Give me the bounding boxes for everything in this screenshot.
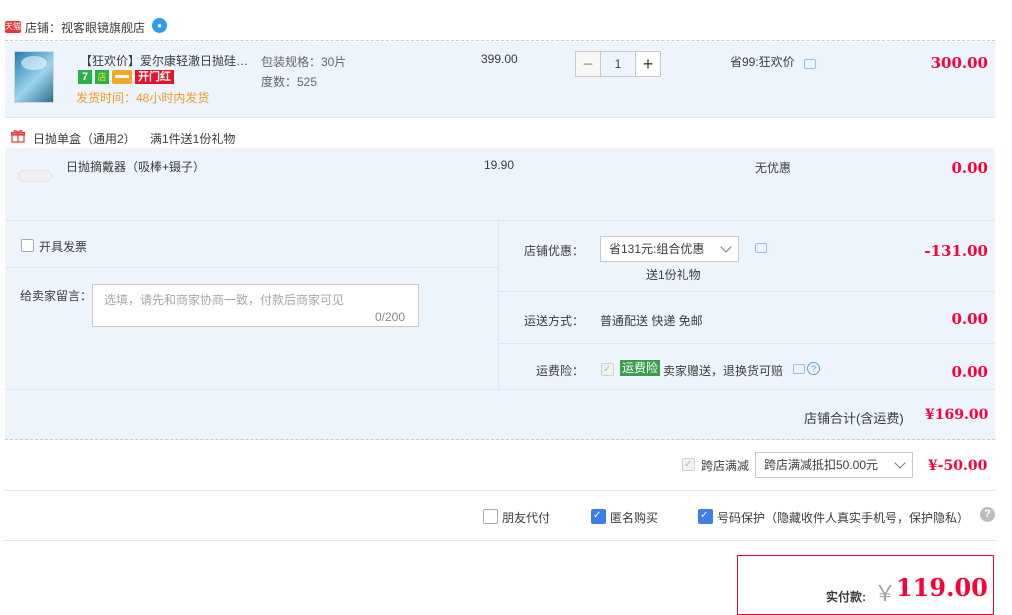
anonymous-checkbox[interactable] xyxy=(591,509,606,524)
message-char-count: 0/200 xyxy=(375,310,406,324)
comment-icon[interactable] xyxy=(793,364,805,374)
payment-label: 实付款: xyxy=(826,590,866,604)
invoice-label: 开具发票 xyxy=(39,240,88,254)
payment-amount: 119.00 xyxy=(896,573,988,602)
store-name[interactable]: 店铺：视客眼镜旗舰店 xyxy=(25,19,145,36)
currency-symbol: ￥ xyxy=(874,582,897,607)
item-discount: 省99:狂欢价 xyxy=(730,55,795,69)
store-discount-amount: -131.00 xyxy=(924,242,988,260)
gift-group-label: 日抛单盒（通用2） xyxy=(33,132,136,146)
gift-icon xyxy=(11,130,25,143)
item-total: 300.00 xyxy=(930,54,988,72)
insurance-amount: 0.00 xyxy=(951,363,988,381)
shop-icon: 店 xyxy=(95,70,109,84)
cross-store-checkbox xyxy=(682,458,695,471)
divider xyxy=(499,291,995,292)
insurance-checkbox xyxy=(601,363,614,376)
store-discount-label: 店铺优惠： xyxy=(524,244,585,258)
insurance-tag: 运费险 xyxy=(620,360,661,376)
divider xyxy=(499,343,995,344)
message-placeholder: 选填，请先和商家协商一致，付款后商家可见 xyxy=(104,293,345,307)
product-thumbnail[interactable] xyxy=(14,51,54,103)
friend-pay-label: 朋友代付 xyxy=(502,511,551,525)
chevron-down-icon xyxy=(894,457,906,469)
invoice-checkbox[interactable] xyxy=(21,239,34,252)
sku-spec: 包装规格：30片 xyxy=(261,55,347,69)
promo-badge: 开门红 xyxy=(135,70,174,84)
gift-title[interactable]: 日抛摘戴器（吸棒+镊子） xyxy=(66,158,205,175)
comment-icon[interactable] xyxy=(755,243,767,253)
divider xyxy=(5,267,498,268)
chat-bubble-icon[interactable]: ● xyxy=(152,18,167,33)
store-discount-select[interactable]: 省131元:组合优惠 xyxy=(600,236,739,262)
cross-store-select[interactable]: 跨店满减抵扣50.00元 xyxy=(755,452,913,478)
help-icon[interactable]: ? xyxy=(980,507,995,522)
anonymous-label: 匿名购买 xyxy=(610,511,659,525)
card-payment-icon xyxy=(112,70,132,84)
divider xyxy=(498,221,499,389)
help-icon[interactable]: ? xyxy=(807,362,820,375)
gift-total: 0.00 xyxy=(951,159,988,177)
divider xyxy=(5,540,995,541)
shipping-amount: 0.00 xyxy=(951,310,988,328)
shipping-value: 普通配送 快递 免邮 xyxy=(600,314,703,328)
message-label: 给卖家留言： xyxy=(20,289,93,303)
seven-day-return-icon: 7 xyxy=(78,70,92,84)
cross-store-value: 跨店满减抵扣50.00元 xyxy=(764,458,879,472)
service-badges: 7 店 开门红 xyxy=(78,70,174,86)
insurance-label: 运费险： xyxy=(536,364,585,378)
divider xyxy=(5,389,995,390)
store-total-value: ¥169.00 xyxy=(925,407,989,423)
divider xyxy=(5,40,995,41)
quantity-stepper: − 1 + xyxy=(575,51,661,77)
insurance-text: 卖家赠送，退换货可赔 xyxy=(663,364,784,378)
cross-store-label: 跨店满减 xyxy=(701,459,750,473)
comment-icon[interactable] xyxy=(804,59,816,69)
store-discount-value: 省131元:组合优惠 xyxy=(609,242,705,256)
number-protect-checkbox[interactable] xyxy=(698,509,713,524)
gift-discount: 无优惠 xyxy=(755,161,792,175)
cross-store-amount: ¥-50.00 xyxy=(928,458,988,474)
sku-degree: 度数：525 xyxy=(261,75,318,89)
store-total-label: 店铺合计(含运费) xyxy=(804,411,904,426)
gift-thumbnail xyxy=(18,170,52,182)
ship-time: 发货时间：48小时内发货 xyxy=(76,91,210,105)
decrease-button[interactable]: − xyxy=(575,51,601,77)
tmall-logo-icon: 天猫 xyxy=(5,21,21,33)
unit-price: 399.00 xyxy=(481,52,518,66)
chevron-down-icon xyxy=(720,241,732,253)
shipping-label: 运送方式： xyxy=(524,314,585,328)
gift-price: 19.90 xyxy=(484,158,515,172)
friend-pay-checkbox[interactable] xyxy=(483,509,498,524)
store-discount-note: 送1份礼物 xyxy=(646,268,701,282)
product-title[interactable]: 【狂欢价】爱尔康轻澈日抛硅水... xyxy=(80,52,256,69)
increase-button[interactable]: + xyxy=(635,51,661,77)
quantity-input[interactable]: 1 xyxy=(601,51,635,77)
number-protect-label: 号码保护（隐藏收件人真实手机号，保护隐私） xyxy=(717,511,970,525)
gift-rule: 满1件送1份礼物 xyxy=(150,132,236,146)
divider xyxy=(5,490,995,491)
